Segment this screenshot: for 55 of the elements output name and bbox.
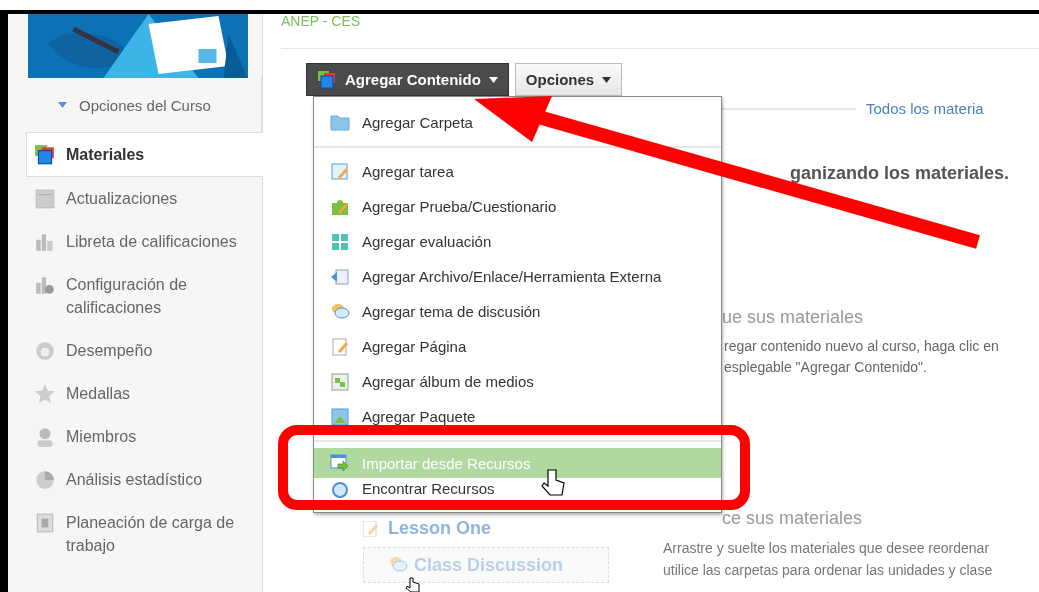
course-options-link[interactable]: Opciones del Curso: [79, 96, 211, 114]
section-heading: ce sus materiales: [722, 508, 864, 529]
menu-item[interactable]: Agregar Carpeta: [314, 105, 721, 140]
page-icon: [363, 520, 378, 537]
puzzle-icon: [330, 231, 350, 252]
menu-item[interactable]: Encontrar Recursos: [314, 478, 721, 504]
menu-item[interactable]: Agregar tema de discusión: [314, 294, 721, 329]
menu-item[interactable]: Agregar tarea: [314, 154, 721, 189]
windows-icon: [317, 69, 337, 90]
menu-item[interactable]: Agregar Prueba/Cuestionario: [314, 189, 721, 224]
dropdown-button[interactable]: Agregar Contenido: [306, 63, 509, 96]
menu-item[interactable]: Agregar Paquete: [314, 399, 721, 434]
hand-cursor-icon: [541, 469, 565, 496]
all-materials-link[interactable]: Todos los materia: [866, 100, 984, 117]
task-icon: [330, 161, 350, 182]
intro-heading: ganizando los materiales.: [790, 163, 1011, 184]
page-pencil-icon: [330, 336, 350, 357]
sidebar-item-icon: [34, 512, 56, 534]
search-icon: [330, 480, 350, 500]
sidebar-item-icon: [34, 469, 56, 491]
speech-bubbles-icon: [388, 555, 408, 575]
sidebar-item-icon: [34, 144, 56, 166]
menu-item[interactable]: Agregar Archivo/Enlace/Herramienta Externa: [314, 259, 721, 294]
package-icon: [330, 406, 350, 427]
menu-item[interactable]: Agregar álbum de medios: [314, 364, 721, 399]
sidebar-item[interactable]: Desempeño: [8, 329, 262, 372]
sidebar-item[interactable]: Planeación de carga de trabajo: [8, 501, 262, 567]
sidebar-item[interactable]: Configuración de calificaciones: [8, 263, 262, 329]
caret-icon: [58, 102, 67, 108]
menu-item[interactable]: Agregar Página: [314, 329, 721, 364]
speech-bubbles-icon: [330, 301, 350, 322]
sidebar-item[interactable]: Actualizaciones: [8, 177, 262, 220]
file-link-icon: [330, 266, 350, 287]
sidebar-item[interactable]: Miembros: [8, 415, 262, 458]
sidebar-item-icon: [34, 231, 56, 253]
sidebar-item[interactable]: Medallas: [8, 372, 262, 415]
sidebar-item[interactable]: Análisis estadístico: [8, 458, 262, 501]
import-icon: [330, 453, 350, 473]
dropdown-button[interactable]: Opciones: [514, 63, 623, 96]
album-icon: [330, 371, 350, 392]
sidebar-item-icon: [34, 426, 56, 448]
sidebar-item-icon: [34, 274, 56, 296]
menu-item[interactable]: Agregar evaluación: [314, 224, 721, 259]
sidebar-item-icon: [34, 340, 56, 362]
section-heading: ue sus materiales: [722, 307, 865, 328]
caret-icon: [602, 76, 612, 83]
sidebar-item-icon: [34, 188, 56, 210]
instruction-text: regar contenido nuevo al curso, haga clic en esplegable "Agregar Contenido".: [724, 337, 1000, 377]
caret-icon: [488, 76, 498, 83]
sidebar-item[interactable]: Materiales: [26, 132, 263, 177]
instruction-text: Arrastre y suelte los materiales que desee reordenar utilice las carpetas para ordenar las unidades y clase: [663, 539, 994, 580]
sidebar-item-icon: [34, 383, 56, 405]
sidebar-item[interactable]: Libreta de calificaciones: [8, 220, 262, 263]
folder-icon: [330, 112, 350, 133]
organization-name: ANEP - CES: [281, 14, 362, 28]
